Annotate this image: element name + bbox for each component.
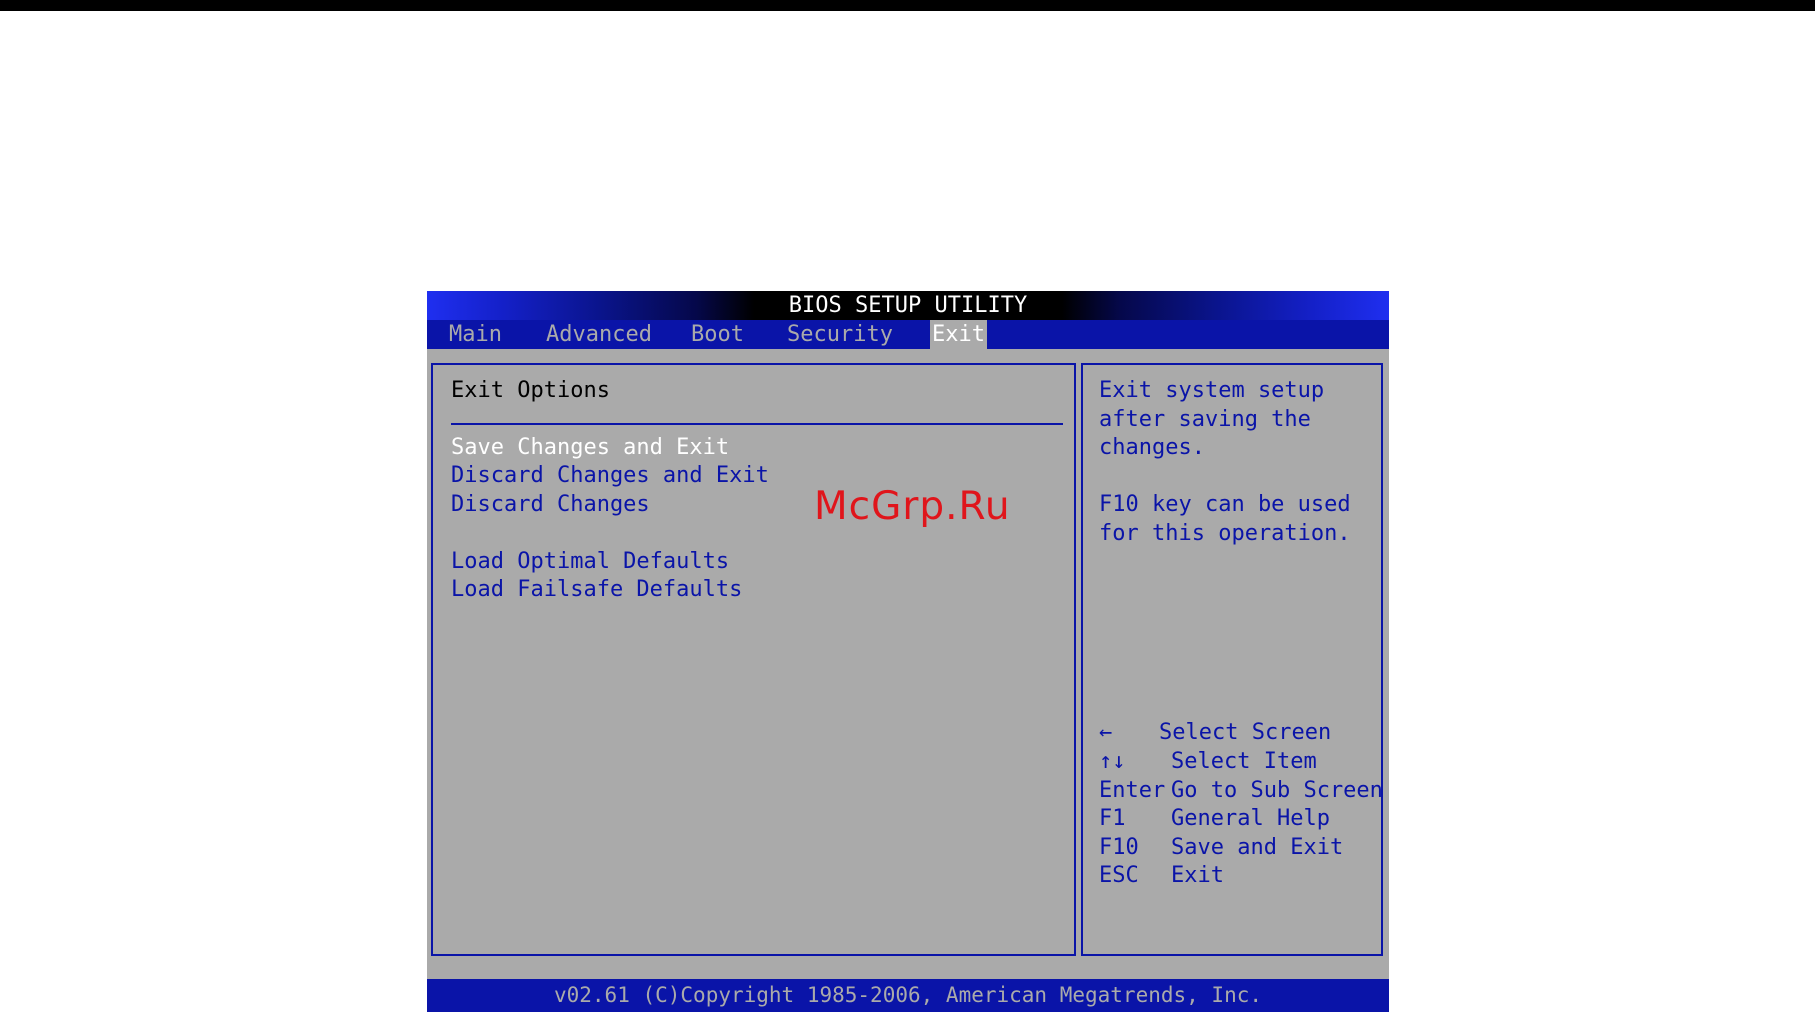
top-black-rule bbox=[0, 0, 1815, 11]
tab-main[interactable]: Main bbox=[447, 320, 504, 349]
help-text-line: Exit system setup bbox=[1099, 378, 1325, 403]
f10-key: F10 bbox=[1099, 835, 1139, 860]
option-discard-changes-and-exit[interactable]: Discard Changes and Exit bbox=[451, 462, 769, 490]
key-description: Select Screen bbox=[1159, 720, 1332, 745]
tab-exit[interactable]: Exit bbox=[930, 320, 987, 349]
options-panel: Exit Options Save Changes and Exit Disca… bbox=[431, 363, 1076, 956]
key-description: Save and Exit bbox=[1171, 835, 1344, 860]
help-text-line: after saving the bbox=[1099, 407, 1311, 432]
key-description: General Help bbox=[1171, 806, 1330, 831]
key-description: Go to Sub Screen bbox=[1171, 778, 1383, 803]
watermark: McGrp.Ru bbox=[814, 484, 1011, 529]
help-text-line: for this operation. bbox=[1099, 521, 1351, 546]
up-down-arrow-key: ↑↓ bbox=[1099, 749, 1126, 774]
section-title: Exit Options bbox=[451, 378, 610, 403]
help-panel: Exit system setup after saving the chang… bbox=[1081, 363, 1383, 956]
key-legend-f1: F1 General Help bbox=[1099, 805, 1379, 833]
copyright-footer: v02.61 (C)Copyright 1985-2006, American … bbox=[427, 979, 1389, 1012]
tab-advanced[interactable]: Advanced bbox=[544, 320, 654, 349]
enter-key: Enter bbox=[1099, 778, 1166, 803]
key-legend-enter: Enter Go to Sub Screen bbox=[1099, 777, 1383, 805]
key-description: Exit bbox=[1171, 863, 1224, 888]
key-legend-select-item: ↑↓ Select Item bbox=[1099, 748, 1379, 776]
tab-security[interactable]: Security bbox=[785, 320, 895, 349]
key-legend-f10: F10 Save and Exit bbox=[1099, 834, 1379, 862]
option-save-changes-and-exit[interactable]: Save Changes and Exit bbox=[451, 434, 729, 462]
option-load-failsafe-defaults[interactable]: Load Failsafe Defaults bbox=[451, 576, 742, 604]
bios-screen: BIOS SETUP UTILITY Main Advanced Boot Se… bbox=[427, 291, 1389, 1012]
option-load-optimal-defaults[interactable]: Load Optimal Defaults bbox=[451, 548, 729, 576]
option-discard-changes[interactable]: Discard Changes bbox=[451, 491, 650, 519]
left-arrow-key: ← bbox=[1099, 720, 1113, 745]
help-text-line: changes. bbox=[1099, 435, 1205, 460]
tab-boot[interactable]: Boot bbox=[689, 320, 746, 349]
section-divider bbox=[451, 423, 1063, 425]
window-title: BIOS SETUP UTILITY bbox=[788, 293, 1028, 318]
esc-key: ESC bbox=[1099, 863, 1139, 888]
help-text-line: F10 key can be used bbox=[1099, 492, 1351, 517]
f1-key: F1 bbox=[1099, 806, 1126, 831]
key-description: Select Item bbox=[1171, 749, 1317, 774]
key-legend-esc: ESC Exit bbox=[1099, 862, 1379, 890]
key-legend-select-screen: ← Select Screen bbox=[1099, 719, 1379, 747]
title-bar: BIOS SETUP UTILITY bbox=[427, 291, 1389, 320]
menu-bar: Main Advanced Boot Security Exit bbox=[427, 320, 1389, 349]
